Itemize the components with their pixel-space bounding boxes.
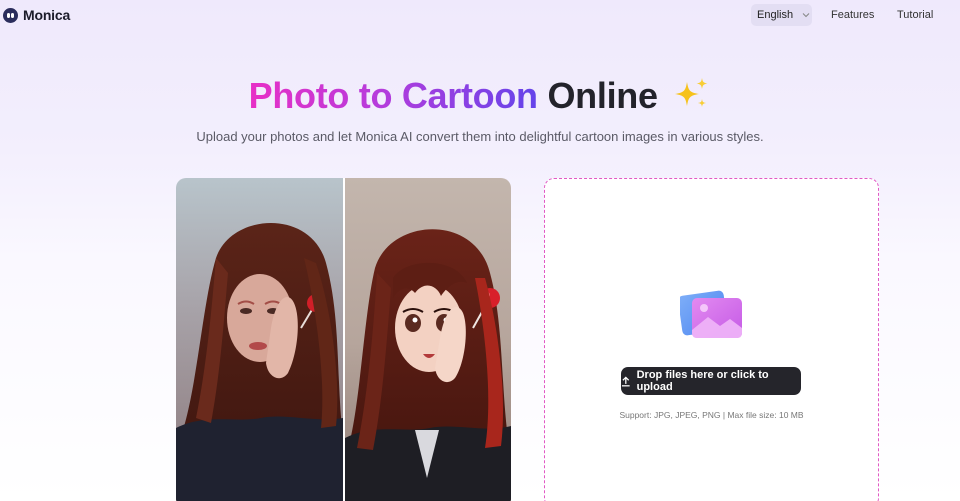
cartoon-portrait-illustration: [345, 229, 511, 501]
support-formats-text: Support: JPG, JPEG, PNG | Max file size:…: [619, 410, 804, 420]
nav-features-link[interactable]: Features: [831, 9, 874, 21]
monica-logo[interactable]: Monica: [3, 7, 70, 23]
logo-text: Monica: [23, 7, 71, 23]
monica-logo-icon: [3, 7, 18, 23]
portrait-photo-illustration: [176, 223, 343, 501]
image-gallery-icon: [680, 290, 742, 338]
upload-arrow-icon: [621, 375, 630, 386]
language-selector[interactable]: English: [751, 4, 812, 26]
language-label: English: [757, 9, 794, 21]
title-plain-text: Online: [547, 75, 658, 116]
original-photo-example: [176, 178, 343, 501]
page-subtitle: Upload your photos and let Monica AI con…: [196, 129, 764, 144]
upload-button-label: Drop files here or click to upload: [636, 369, 769, 393]
chevron-down-icon: [802, 13, 810, 18]
sparkles-icon: [675, 78, 708, 107]
top-header: Monica English Features Tutorial: [0, 0, 960, 30]
before-after-example: [176, 178, 511, 501]
upload-dropzone[interactable]: Drop files here or click to upload Suppo…: [544, 178, 879, 501]
title-gradient-text: Photo to Cartoon: [248, 75, 538, 116]
upload-button[interactable]: Drop files here or click to upload: [621, 367, 801, 395]
nav-tutorial-link[interactable]: Tutorial: [897, 9, 933, 21]
page-title: Photo to Cartoon Online: [0, 75, 960, 117]
cartoon-result-example: [345, 178, 511, 501]
